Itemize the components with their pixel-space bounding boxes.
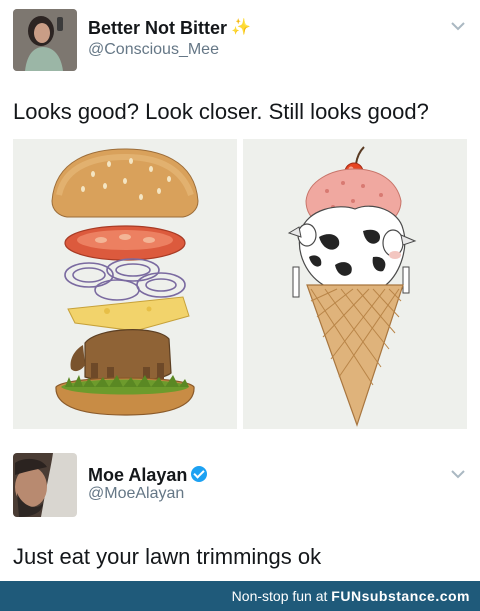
- avatar-photo: [13, 453, 77, 517]
- chevron-down-icon[interactable]: [450, 20, 466, 32]
- ice-cream-image: [243, 139, 467, 429]
- watermark-footer: Non-stop fun at FUNsubstance.com: [0, 581, 480, 611]
- avatar[interactable]: [13, 453, 77, 517]
- sparkles-icon: ✨: [231, 19, 251, 36]
- display-name-text: Better Not Bitter: [88, 18, 228, 38]
- avatar[interactable]: [13, 9, 77, 71]
- footer-text: Non-stop fun at FUNsubstance.com: [232, 588, 470, 604]
- tweet-header-moe-alayan: Moe Alayan @MoeAlayan: [0, 448, 480, 528]
- burger-image: [13, 139, 237, 429]
- display-name[interactable]: Moe Alayan: [88, 465, 208, 486]
- user-handle[interactable]: @Conscious_Mee: [88, 41, 219, 59]
- reply-text: Just eat your lawn trimmings ok: [13, 544, 322, 569]
- tweet-text: Looks good? Look closer. Still looks goo…: [13, 99, 429, 124]
- ice-cream-illustration[interactable]: [243, 139, 467, 429]
- avatar-photo: [13, 9, 77, 71]
- chevron-down-icon[interactable]: [450, 468, 466, 480]
- verified-badge-icon: [191, 466, 208, 482]
- tweet-header-better-not-bitter: Better Not Bitter ✨ @Conscious_Mee: [0, 0, 480, 80]
- user-handle[interactable]: @MoeAlayan: [88, 485, 184, 503]
- burger-illustration[interactable]: [13, 139, 237, 429]
- footer-prefix: Non-stop fun at: [231, 588, 332, 604]
- display-name[interactable]: Better Not Bitter ✨: [88, 17, 251, 39]
- display-name-text: Moe Alayan: [88, 465, 188, 485]
- footer-brand[interactable]: FUNsubstance.com: [331, 588, 470, 604]
